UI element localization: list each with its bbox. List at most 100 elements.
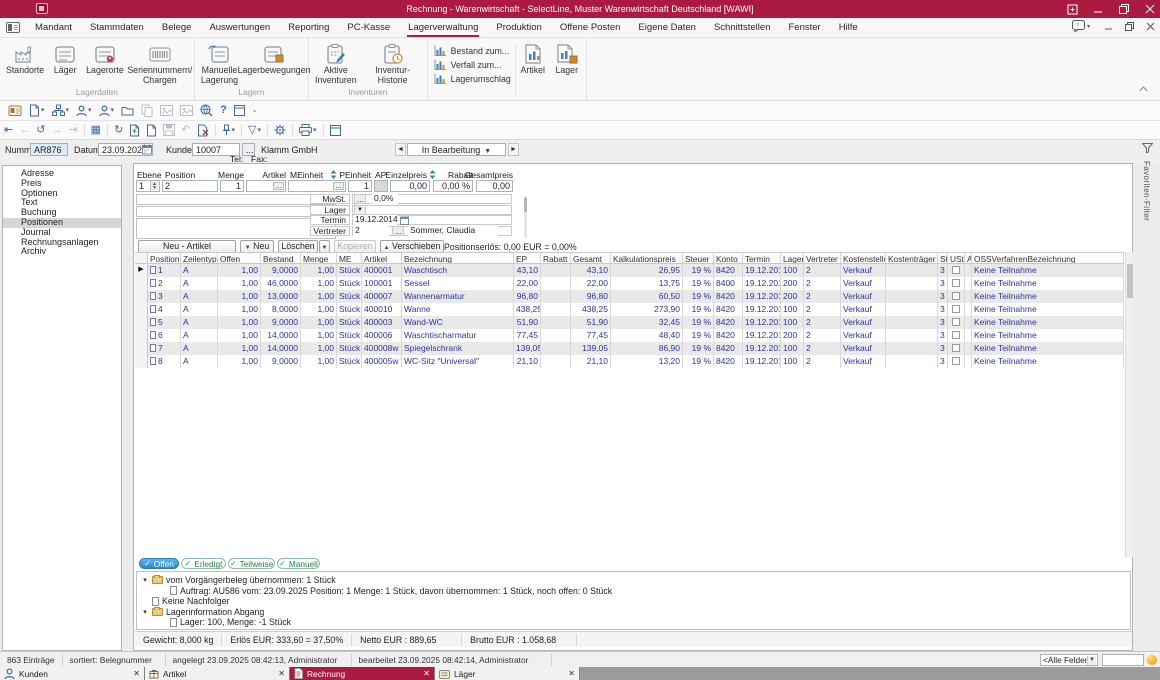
ribbon-button-bestand-zum-[interactable]: Bestand zum... xyxy=(434,45,511,56)
taskbar-tab-artikel[interactable]: Artikel✕ xyxy=(145,667,290,680)
vertreter-lookup-button[interactable]: ... xyxy=(392,226,404,236)
table-view-icon[interactable]: ▦ xyxy=(91,125,101,136)
peinheit-field[interactable]: 1 xyxy=(348,180,372,192)
menu-item-produktion[interactable]: Produktion xyxy=(487,18,550,38)
column-header-gesamt[interactable]: Gesamt xyxy=(571,253,611,263)
sort-icon[interactable] xyxy=(330,170,337,178)
ribbon-button-seriennummern-chargen[interactable]: Seriennummern/ Chargen xyxy=(128,41,192,86)
ribbon-button-manuelle-lagerung[interactable]: Manuelle Lagerung xyxy=(197,41,242,86)
next-record-icon[interactable]: → xyxy=(51,125,62,136)
column-header-offen[interactable]: Offen xyxy=(218,253,261,263)
position-longtext-field[interactable] xyxy=(136,218,336,239)
mdi-restore-icon[interactable] xyxy=(1125,22,1134,31)
tree-item[interactable]: ▾vom Vorgängerbeleg übernommen: 1 Stück xyxy=(137,575,1130,586)
ebene-spinner[interactable]: ▲▼ xyxy=(150,181,158,191)
vertreter-field[interactable]: 2 xyxy=(353,226,389,236)
menu-item-fenster[interactable]: Fenster xyxy=(779,18,829,38)
ebene-field[interactable]: 1▲▼ xyxy=(136,180,160,192)
mdi-close-icon[interactable] xyxy=(1146,22,1155,31)
menu-item-auswertungen[interactable]: Auswertungen xyxy=(200,18,279,38)
ribbon-button-läger[interactable]: Läger xyxy=(48,41,82,77)
detach-window-icon[interactable] xyxy=(330,125,341,136)
column-header-ep[interactable]: EP xyxy=(514,253,541,263)
tree-item[interactable]: ▾Lagerinformation Abgang xyxy=(137,607,1130,618)
prev-record-icon[interactable]: ← xyxy=(19,125,30,136)
maximize-icon[interactable] xyxy=(1118,3,1130,15)
ribbon-collapse-icon[interactable] xyxy=(1139,86,1148,92)
filter-tab-offen[interactable]: ✓Offen xyxy=(139,558,179,569)
save-record-icon[interactable] xyxy=(163,124,175,136)
taskbar-tab-läger[interactable]: Läger✕ xyxy=(435,667,580,680)
ribbon-button-verfall-zum-[interactable]: Verfall zum... xyxy=(434,59,511,70)
new-window-icon[interactable] xyxy=(1066,3,1078,15)
person-icon[interactable]: ▾ xyxy=(76,105,92,117)
menu-item-schnittstellen[interactable]: Schnittstellen xyxy=(705,18,780,38)
filter-tab-teilweise[interactable]: ✓Teilweise xyxy=(228,558,275,569)
artikel-lookup-button[interactable]: ... xyxy=(273,182,284,190)
column-header-steuer[interactable]: Steuer xyxy=(683,253,714,263)
person-icon[interactable]: ▾ xyxy=(99,105,115,117)
ap-field[interactable] xyxy=(374,180,388,192)
calendar-icon[interactable] xyxy=(142,144,152,155)
tree-expander-icon[interactable]: ▾ xyxy=(141,576,149,584)
column-header-bezeichnung[interactable]: Bezeichnung xyxy=(402,253,514,263)
close-icon[interactable] xyxy=(1144,3,1156,15)
ustidpf-checkbox[interactable] xyxy=(952,357,960,365)
column-header-termin[interactable]: Termin xyxy=(743,253,781,263)
nummer-field[interactable]: AR876 xyxy=(30,143,68,156)
table-row[interactable]: 7A1,0014,00001,00Stück400008wSpiegelschr… xyxy=(135,342,1124,355)
column-header-artikel[interactable]: Artikel xyxy=(362,253,402,263)
close-icon[interactable]: ✕ xyxy=(568,669,575,678)
column-header-ossverfahrenbezeichnung[interactable]: OSSVerfahrenBezeichnung xyxy=(972,253,1124,263)
help-icon[interactable]: ? xyxy=(220,105,227,116)
column-header-position[interactable]: Position xyxy=(148,253,181,263)
taskbar-tab-rechnung[interactable]: Rechnung✕ xyxy=(290,667,435,680)
rabatt-field[interactable]: 0,00 % xyxy=(433,180,473,192)
artikel-field[interactable]: ... xyxy=(246,180,286,192)
termin-field[interactable]: 19.12.2014 xyxy=(353,215,397,225)
print-icon[interactable]: ▾ xyxy=(299,124,317,136)
field-filter-combo[interactable]: <Alle Felder>▼ xyxy=(1040,654,1098,666)
menu-item-lagerverwaltung[interactable]: Lagerverwaltung xyxy=(399,18,487,38)
settings-gear-icon[interactable] xyxy=(274,124,286,136)
ustidpf-checkbox[interactable] xyxy=(952,305,960,313)
toolbar-overflow-icon[interactable]: ⌄ xyxy=(252,107,258,114)
feedback-bubble-icon[interactable]: !▾ xyxy=(1072,20,1092,32)
tree-item[interactable]: Auftrag: AU586 vom: 23.09.2025 Position:… xyxy=(137,586,1130,597)
ustidpf-checkbox[interactable] xyxy=(952,344,960,352)
new-record-icon[interactable] xyxy=(129,124,140,137)
last-record-icon[interactable]: ⇥ xyxy=(68,125,77,136)
close-icon[interactable]: ✕ xyxy=(423,669,430,678)
close-icon[interactable]: ✕ xyxy=(133,669,140,678)
column-header-rabatt[interactable]: Rabatt xyxy=(541,253,571,263)
notification-ball-icon[interactable] xyxy=(1147,655,1157,665)
menu-item-pc-kasse[interactable]: PC-Kasse xyxy=(338,18,399,38)
tree-item[interactable]: Keine Nachfolger xyxy=(137,596,1130,607)
status-combo[interactable]: In Bearbeitung▼ xyxy=(407,143,506,156)
ribbon-button-lager[interactable]: Lager xyxy=(550,41,584,77)
menu-item-stammdaten[interactable]: Stammdaten xyxy=(81,18,153,38)
table-row[interactable]: 6A1,0014,00001,00Stück400006Waschtischar… xyxy=(135,329,1124,342)
column-header-lager[interactable]: Lager xyxy=(781,253,804,263)
history-icon[interactable]: ↺ xyxy=(36,125,45,136)
menu-item-hilfe[interactable]: Hilfe xyxy=(830,18,867,38)
calendar-icon[interactable] xyxy=(400,216,409,225)
column-header-ustidpf[interactable]: UStIDPf xyxy=(948,253,965,263)
ustidpf-checkbox[interactable] xyxy=(952,266,960,274)
column-header-me[interactable]: ME xyxy=(337,253,362,263)
column-header-bestand[interactable]: Bestand xyxy=(261,253,301,263)
meinheit-field[interactable]: ... xyxy=(288,180,346,192)
badge-icon[interactable] xyxy=(8,104,22,117)
tree-expander-icon[interactable]: ▾ xyxy=(141,608,149,616)
einzelpreis-field[interactable]: 0,00 xyxy=(390,180,430,192)
status-prev-button[interactable]: ◄ xyxy=(395,143,406,156)
nav-toggle-icon[interactable] xyxy=(0,22,26,33)
menu-item-offene-posten[interactable]: Offene Posten xyxy=(551,18,630,38)
undo-icon[interactable]: ↶ xyxy=(181,125,190,136)
ustidpf-checkbox[interactable] xyxy=(952,318,960,326)
table-row[interactable]: 5A1,009,00001,00Stück400003Wand-WC51,905… xyxy=(135,316,1124,329)
meinheit-lookup-button[interactable]: ... xyxy=(333,182,344,190)
taskbar-tab-kunden[interactable]: Kunden✕ xyxy=(0,667,145,680)
refresh-icon[interactable]: ↻ xyxy=(114,125,123,136)
ribbon-button-lagerbewegungen[interactable]: Lagerbewegungen xyxy=(242,41,306,77)
